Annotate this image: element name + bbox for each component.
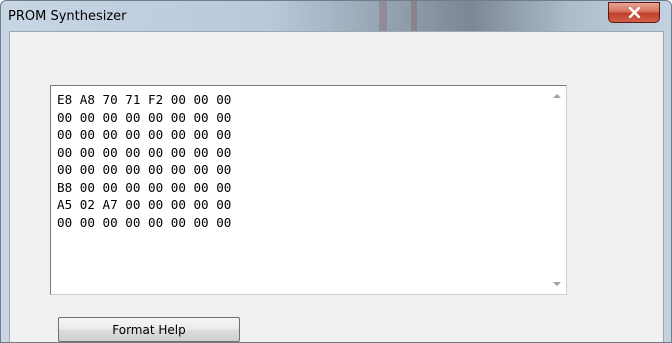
title-bar[interactable]: PROM Synthesizer [1, 1, 671, 31]
window-title: PROM Synthesizer [8, 9, 127, 24]
prom-hex-content[interactable]: E8 A8 70 71 F2 00 00 00 00 00 00 00 00 0… [57, 91, 537, 231]
format-help-button[interactable]: Format Help [58, 317, 240, 342]
prom-synthesizer-window: PROM Synthesizer E8 A8 70 71 F2 00 00 00… [0, 0, 672, 343]
prom-data-textarea[interactable]: E8 A8 70 71 F2 00 00 00 00 00 00 00 00 0… [50, 85, 567, 295]
close-button[interactable] [608, 2, 660, 23]
window-client-area: E8 A8 70 71 F2 00 00 00 00 00 00 00 00 0… [9, 31, 664, 342]
scroll-down-arrow-icon[interactable] [553, 282, 561, 286]
close-x-icon [628, 7, 640, 18]
scroll-up-arrow-icon[interactable] [553, 94, 561, 98]
vertical-scrollbar[interactable] [549, 86, 566, 294]
